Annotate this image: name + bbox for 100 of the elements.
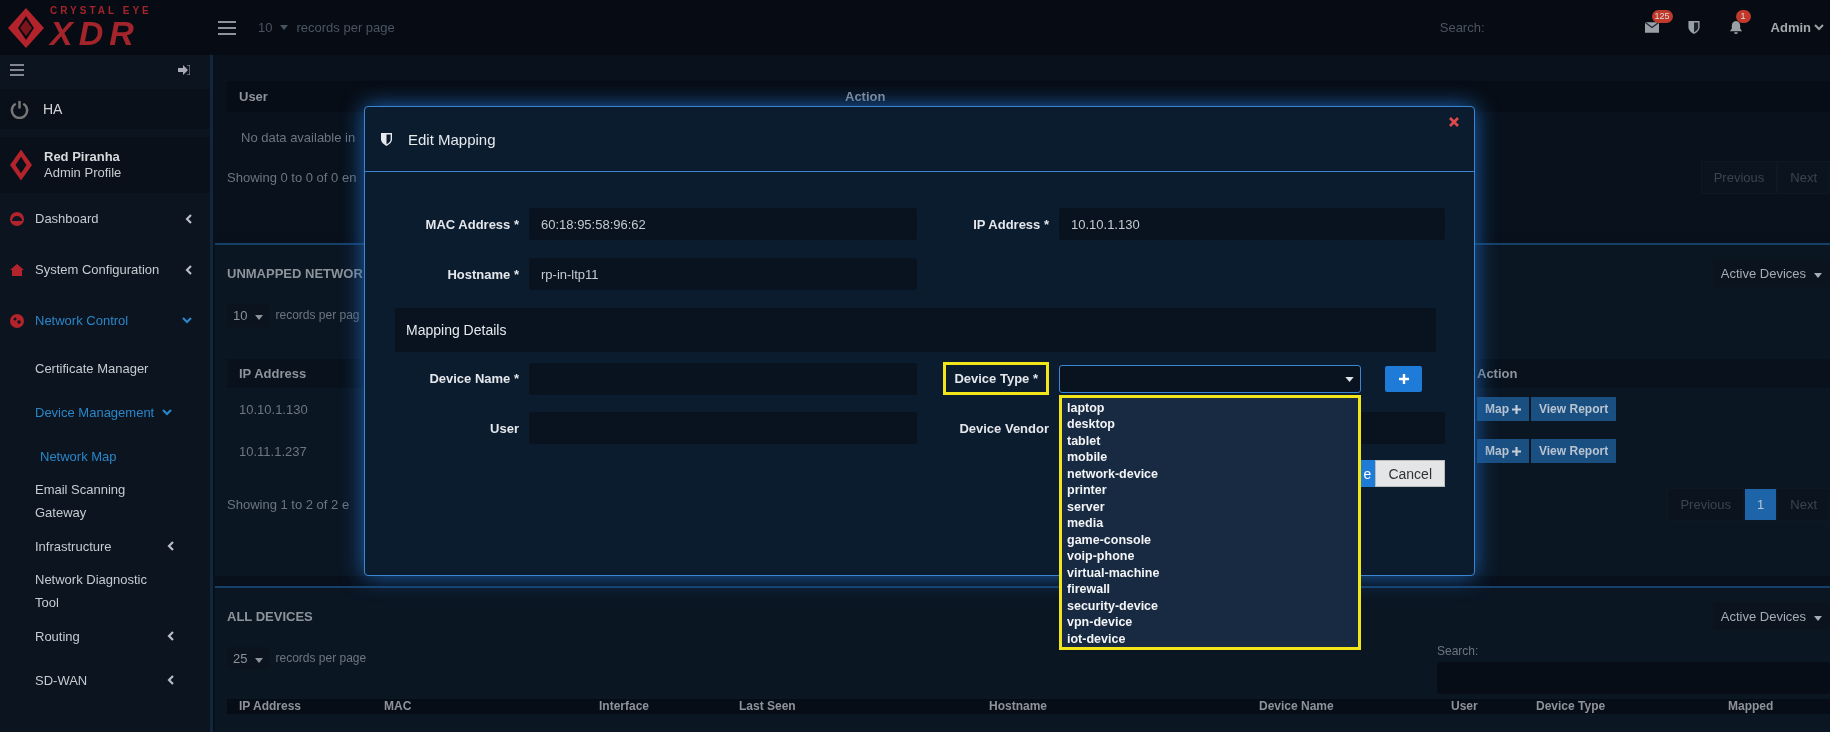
logo-icon (10, 149, 32, 181)
sidebar-item[interactable]: Infrastructure (0, 524, 210, 568)
search-label: Search: (1437, 644, 1480, 658)
column-header: Action (1477, 366, 1518, 381)
sidebar-item[interactable]: Device Management (0, 390, 210, 434)
ip-address-field[interactable]: 10.10.1.130 (1059, 208, 1445, 240)
column-header: MAC (384, 700, 412, 713)
column-header: Device Type (1536, 700, 1606, 713)
view-report-button[interactable]: View Report (1531, 397, 1617, 421)
table-cell: 10.11.1.237 (239, 443, 307, 459)
close-icon[interactable] (1449, 117, 1459, 127)
sidebar-item[interactable]: Certificate Manager (0, 346, 210, 390)
menu-icon[interactable] (10, 64, 24, 76)
dropdown-option[interactable]: vpn-device (1067, 614, 1353, 631)
field-label: User (489, 420, 519, 436)
map-button[interactable]: Map (1477, 397, 1529, 421)
bell-icon[interactable] (1728, 21, 1743, 34)
caret-down-icon (1345, 376, 1354, 382)
page-size-dropdown[interactable]: 25 (227, 646, 270, 670)
plus-icon (1512, 446, 1521, 456)
chevron-down-icon (1814, 24, 1824, 31)
field-label: IP Address * (972, 216, 1049, 232)
alert-count-badge: 1 (1735, 10, 1751, 23)
sidebar-item[interactable]: Dashboard (0, 193, 210, 244)
caret-down-icon (1814, 272, 1822, 278)
dropdown-option[interactable]: tablet (1067, 432, 1353, 449)
field-label: Device Name * (428, 371, 519, 386)
logo-text: XDR (50, 15, 140, 50)
dropdown-option[interactable]: desktop (1067, 416, 1353, 433)
chevron-left-icon (167, 631, 174, 641)
dropdown-option[interactable]: iot-device (1067, 630, 1353, 647)
sidebar-item[interactable]: System Configuration (0, 244, 210, 295)
dropdown-option[interactable]: firewall (1067, 581, 1353, 598)
dropdown-option[interactable]: game-console (1067, 531, 1353, 548)
pagination-button[interactable]: 1 (1744, 488, 1778, 521)
card-title: UNMAPPED NETWOR (227, 265, 363, 281)
add-button[interactable] (1385, 365, 1422, 392)
shield-icon[interactable] (1686, 21, 1701, 34)
chevron-down-icon (182, 317, 192, 324)
sidebar-item[interactable]: Network Map (0, 434, 210, 478)
dropdown-option[interactable]: security-device (1067, 597, 1353, 614)
dropdown-option[interactable]: printer (1067, 482, 1353, 499)
shield-icon (381, 132, 392, 146)
filter-dropdown[interactable]: Active Devices (1712, 259, 1830, 287)
plus-icon (1512, 404, 1521, 414)
logout-icon[interactable] (178, 65, 190, 75)
profile-name: Red Piranha (44, 149, 121, 165)
records-per-page-label: records per pag (275, 308, 360, 322)
column-header: User (1451, 700, 1478, 713)
dropdown-option[interactable]: voip-phone (1067, 548, 1353, 565)
field-label: Hostname * (446, 266, 519, 282)
empty-table-text: No data available in (241, 130, 356, 145)
caret-down-icon (280, 25, 289, 30)
records-per-page-label: records per page (275, 651, 367, 665)
dropdown-option[interactable]: virtual-machine (1067, 564, 1353, 581)
table-cell: 10.10.1.130 (239, 401, 308, 417)
chevron-left-icon (167, 675, 174, 685)
dropdown-option[interactable]: mobile (1067, 449, 1353, 466)
caret-down-icon (1814, 615, 1822, 621)
logo-tagline: CRYSTAL EYE (50, 5, 152, 16)
column-header: Action (845, 89, 886, 104)
dropdown-option[interactable]: media (1067, 515, 1353, 532)
caret-down-icon (255, 314, 264, 320)
view-report-button[interactable]: View Report (1531, 439, 1617, 463)
caret-down-icon (255, 657, 264, 663)
profile-role: Admin Profile (44, 165, 122, 181)
table-info-text: Showing 0 to 0 of 0 en (227, 170, 357, 185)
dropdown-option[interactable]: server (1067, 498, 1353, 515)
sidebar-item[interactable]: Network Diagnostic Tool (0, 568, 210, 614)
gauge-icon (10, 211, 24, 226)
mail-count-badge: 125 (1651, 10, 1673, 23)
dropdown-option[interactable]: laptop (1067, 399, 1353, 416)
column-header: Interface (599, 700, 650, 713)
sidebar-item[interactable]: Network Control (0, 295, 210, 346)
filter-dropdown[interactable]: Active Devices (1712, 602, 1830, 630)
power-icon[interactable] (10, 99, 29, 119)
page-size-dropdown[interactable]: 10 (227, 303, 270, 327)
mail-icon[interactable] (1644, 21, 1659, 34)
chevron-left-icon (185, 213, 192, 224)
user-menu[interactable]: Admin (1770, 20, 1824, 35)
chevron-down-icon (162, 408, 173, 416)
field-label: Device Vendor (958, 420, 1049, 436)
menu-icon[interactable] (218, 20, 236, 35)
column-header: Device Name (1259, 700, 1334, 713)
sidebar-item[interactable]: Routing (0, 614, 210, 658)
hostname-field[interactable]: rp-in-ltp11 (529, 258, 917, 290)
device-type-dropdown[interactable] (1059, 364, 1361, 393)
cancel-button[interactable]: Cancel (1375, 460, 1445, 487)
column-header: Mapped (1728, 700, 1774, 713)
mac-address-field[interactable]: 60:18:95:58:96:62 (529, 208, 917, 240)
search-label: Search: (1439, 20, 1485, 35)
map-button[interactable]: Map (1477, 439, 1529, 463)
page-size-value: 10 (258, 20, 273, 35)
chevron-left-icon (167, 541, 174, 551)
sidebar-item[interactable]: Email Scanning Gateway (0, 478, 210, 524)
dropdown-option[interactable]: network-device (1067, 465, 1353, 482)
records-per-page-label: records per page (296, 20, 395, 35)
column-header: IP Address (239, 366, 307, 381)
field-label: Device Type * (943, 362, 1049, 395)
sidebar-item[interactable]: SD-WAN (0, 658, 210, 702)
